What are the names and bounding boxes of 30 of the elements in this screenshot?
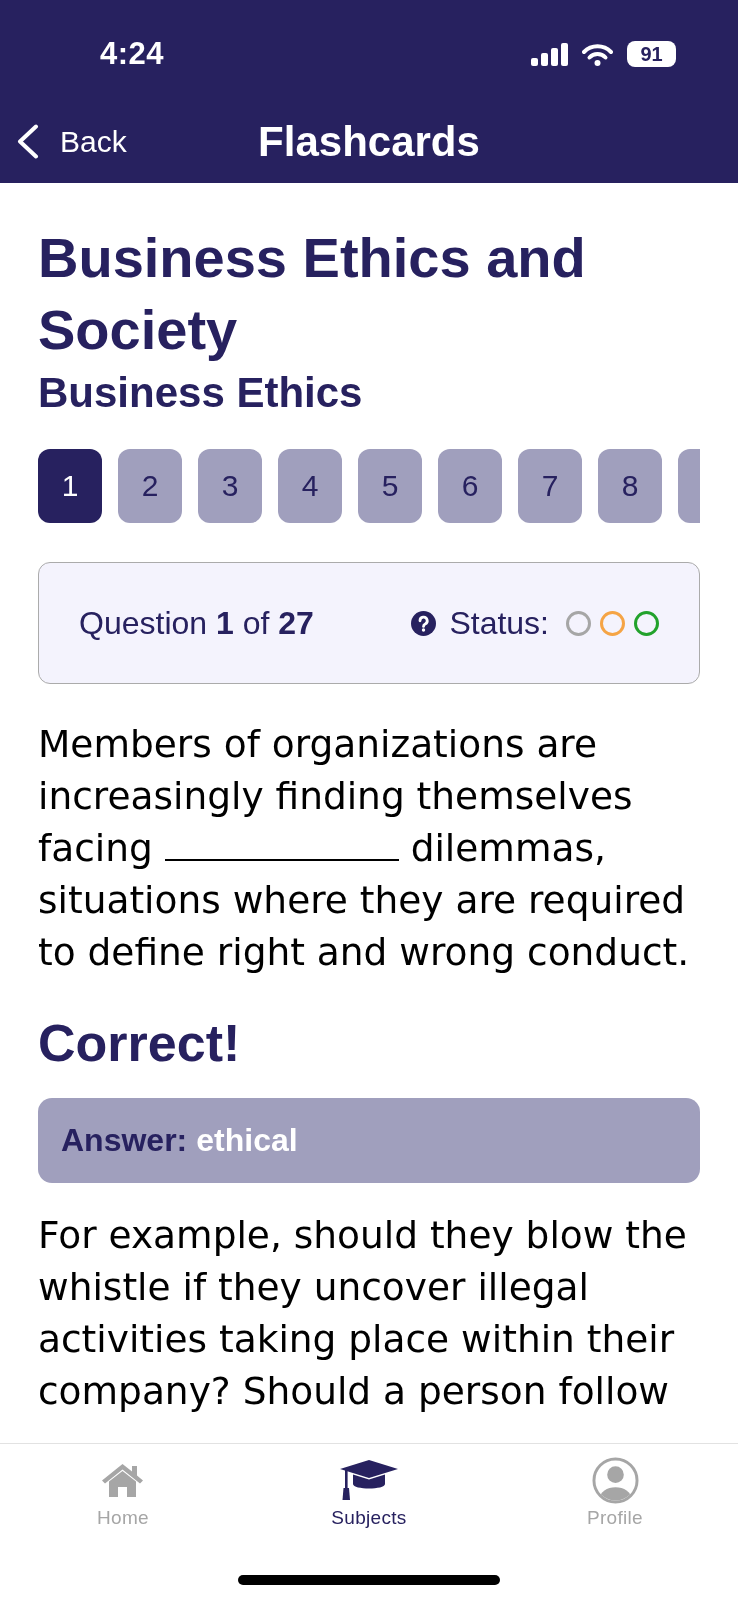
page-title: Business Ethics and Society [38, 225, 587, 363]
question-number-tab[interactable]: 2 [118, 449, 182, 523]
question-text: Members of organizations are increasingly finding themselves facing dilemmas, situations where they are required to define right and wrong conduct. [38, 721, 691, 976]
status-time: 4:24 [100, 36, 165, 72]
question-counter: Question 1 of 27 [79, 604, 314, 642]
explanation-text: For example, should they blow the whistle if they uncover illegal activities taking place within their company? Should a person follow [38, 1212, 688, 1415]
question-number-tab[interactable]: 6 [438, 449, 502, 523]
status-label: Status: [449, 604, 549, 642]
screen-title: Flashcards [258, 117, 480, 166]
chevron-left-icon [17, 124, 39, 159]
tab-bar-item[interactable]: Subjects [331, 1457, 407, 1529]
help-icon[interactable] [411, 610, 437, 636]
answer-label: Answer: [61, 1122, 188, 1159]
question-number-tab[interactable]: 3 [198, 449, 262, 523]
back-button[interactable]: Back [17, 124, 127, 159]
question-number-tab[interactable]: 5 [358, 449, 422, 523]
battery-indicator: 91 [627, 41, 676, 67]
signal-icon [531, 42, 568, 66]
graduation-cap-icon [340, 1460, 398, 1500]
question-number-tab[interactable] [678, 449, 700, 523]
question-number-tab[interactable]: 4 [278, 449, 342, 523]
question-number-tab[interactable]: 1 [38, 449, 102, 523]
question-number-tab[interactable]: 8 [598, 449, 662, 523]
wifi-icon [582, 42, 613, 66]
result-heading: Correct! [38, 1013, 242, 1073]
house-icon [101, 1463, 145, 1497]
answer-value: ethical [196, 1122, 298, 1159]
person-circle-icon [591, 1456, 639, 1504]
question-number-tab[interactable]: 7 [518, 449, 582, 523]
section-subtitle: Business Ethics [38, 368, 364, 418]
